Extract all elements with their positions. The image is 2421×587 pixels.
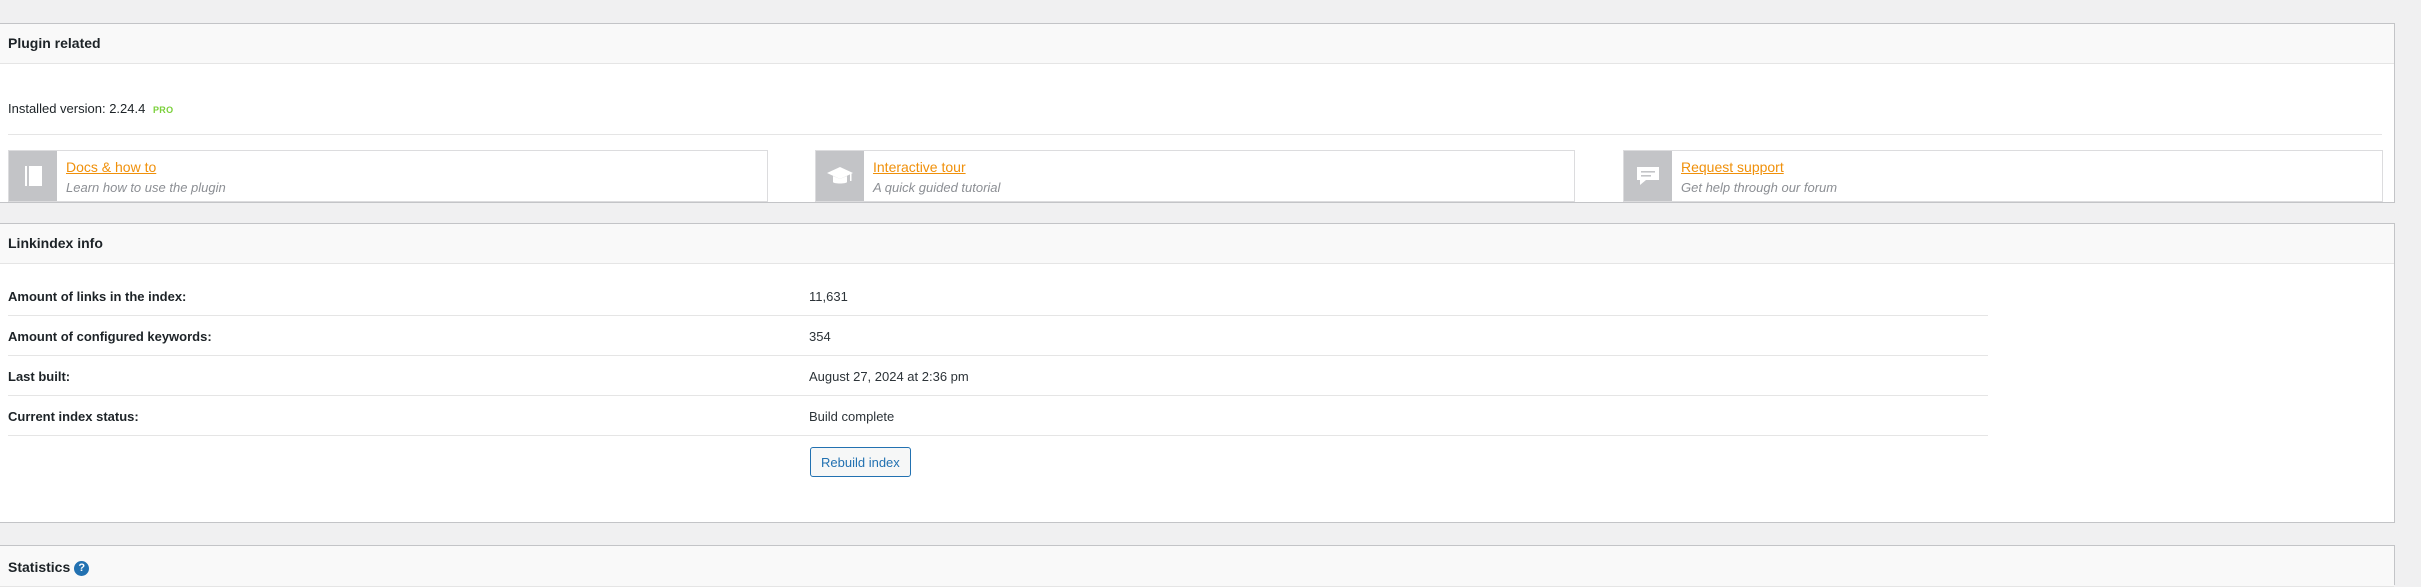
panel-title: Linkindex info [0, 224, 2394, 264]
info-row-last-built: Last built: August 27, 2024 at 2:36 pm [8, 356, 1988, 396]
divider [8, 134, 2382, 135]
installed-label: Installed version: [8, 101, 106, 116]
info-row-keywords: Amount of configured keywords: 354 [8, 316, 1988, 356]
info-row-status: Current index status: Build complete [8, 396, 1988, 436]
rebuild-index-button[interactable]: Rebuild index [810, 447, 911, 477]
row-label: Amount of configured keywords: [8, 329, 212, 344]
panel-title: Statistics [8, 559, 71, 575]
tour-card[interactable]: Interactive tour A quick guided tutorial [815, 150, 1575, 202]
version-number: 2.24.4 [109, 101, 146, 116]
docs-link[interactable]: Docs & how to [66, 159, 156, 175]
row-label: Last built: [8, 369, 71, 384]
row-value: Build complete [809, 409, 895, 424]
statistics-panel: Statistics? [0, 545, 2395, 587]
support-link[interactable]: Request support [1681, 159, 1784, 175]
book-icon [9, 151, 57, 201]
tour-subtitle: A quick guided tutorial [873, 180, 1001, 195]
pro-badge: PRO [152, 105, 174, 115]
row-value: August 27, 2024 at 2:36 pm [809, 369, 969, 384]
support-card[interactable]: Request support Get help through our for… [1623, 150, 2383, 202]
panel-title-wrap: Statistics? [0, 546, 2394, 587]
plugin-related-panel: Plugin related Installed version: 2.24.4… [0, 23, 2395, 203]
chat-bubble-icon [1624, 151, 1672, 201]
tour-link[interactable]: Interactive tour [873, 159, 966, 175]
panel-title: Plugin related [0, 24, 2394, 64]
docs-card[interactable]: Docs & how to Learn how to use the plugi… [8, 150, 768, 202]
row-value: 11,631 [809, 289, 848, 304]
graduation-cap-icon [816, 151, 864, 201]
info-row-links: Amount of links in the index: 11,631 [8, 276, 1988, 316]
row-value: 354 [809, 329, 831, 344]
help-icon[interactable]: ? [74, 561, 90, 576]
support-subtitle: Get help through our forum [1681, 180, 1838, 195]
row-label: Amount of links in the index: [8, 289, 187, 304]
docs-subtitle: Learn how to use the plugin [66, 180, 226, 195]
linkindex-panel: Linkindex info Amount of links in the in… [0, 223, 2395, 523]
installed-version: Installed version: 2.24.4 PRO [8, 101, 173, 116]
row-label: Current index status: [8, 409, 139, 424]
